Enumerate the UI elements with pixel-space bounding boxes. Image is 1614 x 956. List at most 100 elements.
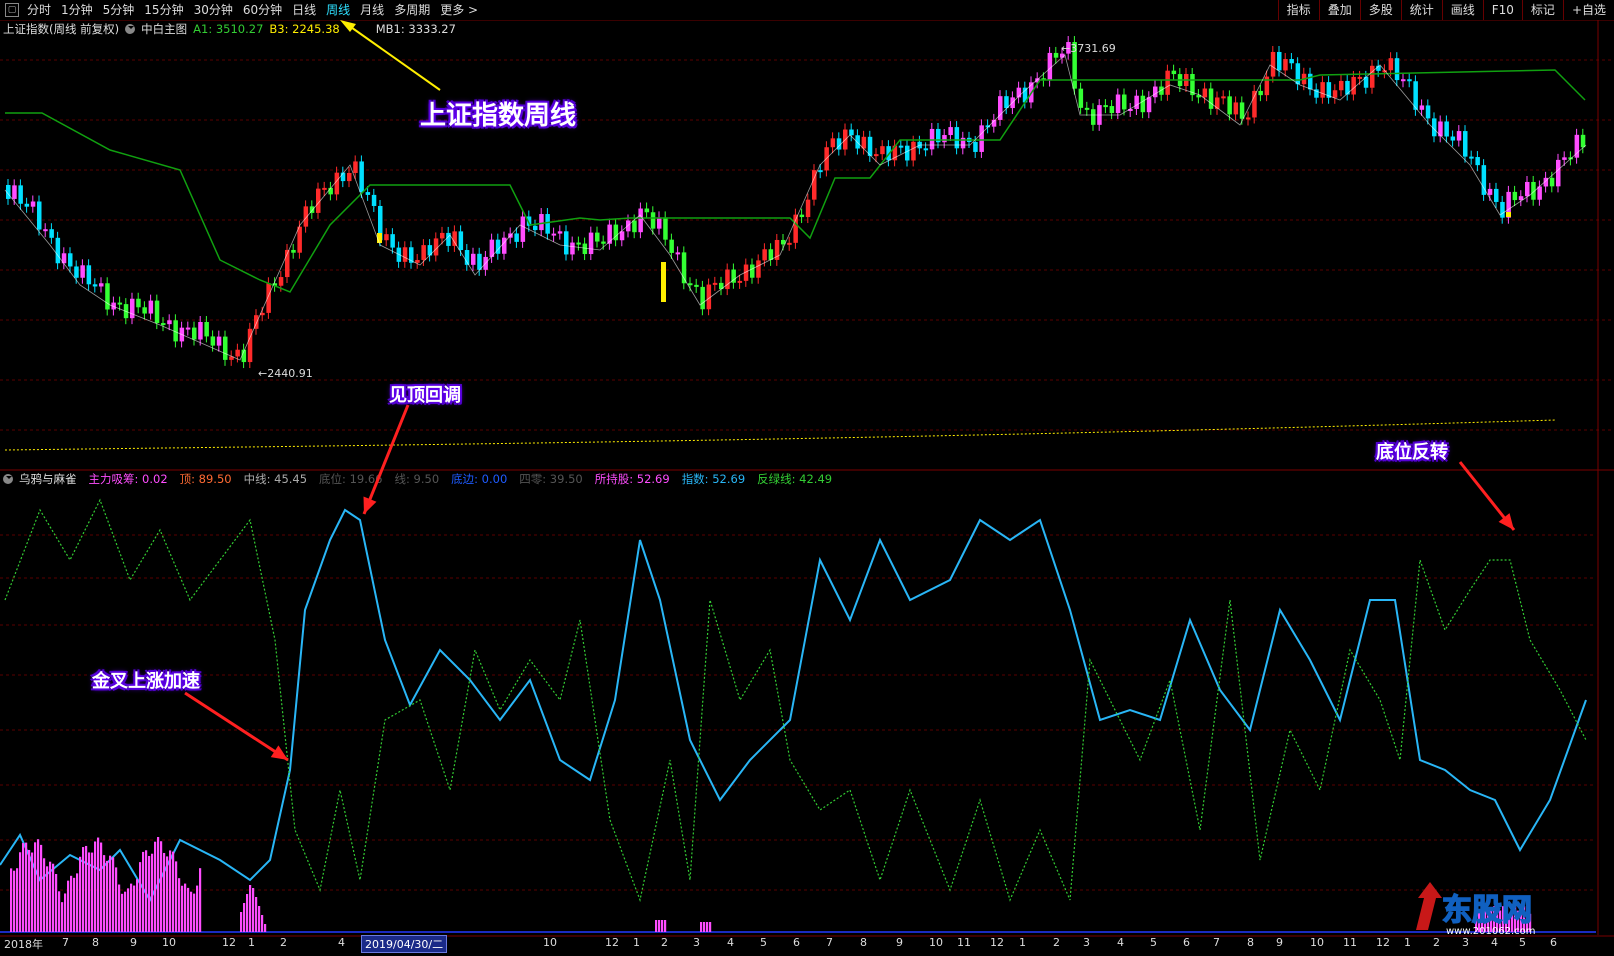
x-axis-label: 9 <box>896 936 903 949</box>
x-axis-label: 12 <box>222 936 236 949</box>
histogram-bar <box>151 853 154 932</box>
ma-line <box>5 69 1586 293</box>
candle <box>353 161 358 173</box>
candle <box>105 283 110 310</box>
x-axis-label: 2018年 <box>4 938 43 951</box>
histogram-bar <box>187 887 190 932</box>
candle <box>49 229 54 238</box>
candle <box>99 283 104 287</box>
candle <box>756 260 761 278</box>
x-axis-label: 3 <box>1462 936 1469 949</box>
histogram-bar <box>154 841 157 932</box>
candle <box>167 320 172 325</box>
histogram-bar <box>258 906 261 932</box>
histogram-bar <box>82 847 85 932</box>
x-axis-label: 7 <box>62 936 69 949</box>
histogram-bar <box>172 851 175 932</box>
candle <box>979 125 984 152</box>
candle <box>192 327 197 340</box>
candle <box>638 208 643 233</box>
candle <box>694 284 699 287</box>
histogram-bar <box>166 856 169 932</box>
candle <box>384 234 389 241</box>
histogram-bar <box>124 891 127 932</box>
x-axis-label: 12 <box>990 936 1004 949</box>
x-axis-label: 4 <box>1491 936 1498 949</box>
candle <box>533 225 538 231</box>
candle <box>1053 52 1059 58</box>
histogram-bar <box>94 841 97 932</box>
candle <box>582 243 588 255</box>
histogram-bar <box>246 894 249 932</box>
candle <box>1525 181 1530 197</box>
histogram-bar <box>52 863 55 932</box>
candle <box>1580 134 1586 148</box>
logo-arrow-icon <box>1416 882 1442 930</box>
candle <box>663 217 668 240</box>
candle <box>601 241 606 244</box>
candle <box>520 216 526 242</box>
candle <box>1456 131 1462 141</box>
candle <box>1469 156 1474 159</box>
x-axis-label: 2 <box>280 936 287 949</box>
candle <box>619 231 625 241</box>
chart-canvas[interactable]: ←2440.91 ←3731.69 <box>0 0 1614 956</box>
candle <box>626 220 631 232</box>
long-ma-line <box>4 419 1556 451</box>
histogram-bar <box>142 851 145 932</box>
candle <box>74 266 79 278</box>
candle <box>973 141 978 152</box>
candle <box>564 231 569 255</box>
candle <box>1463 131 1468 157</box>
histogram-bar <box>115 867 118 932</box>
histogram-bar <box>196 885 199 932</box>
candle <box>1370 65 1375 88</box>
histogram-bar <box>76 873 79 932</box>
histogram-bar <box>252 888 255 932</box>
histogram-bar <box>130 883 133 932</box>
candle <box>1512 191 1518 201</box>
candle <box>1549 177 1555 187</box>
candle <box>1407 79 1412 82</box>
candle <box>1475 157 1480 166</box>
histogram-bar <box>700 922 703 932</box>
histogram-bar <box>19 852 22 932</box>
candle <box>874 154 879 157</box>
candle <box>1500 201 1505 218</box>
candle <box>80 265 85 278</box>
x-axis-label: 6 <box>1183 936 1190 949</box>
candle <box>86 265 92 285</box>
candle <box>1171 70 1177 75</box>
close-line <box>4 54 1587 361</box>
histogram-bar <box>181 885 184 932</box>
candle <box>1134 95 1139 110</box>
candle <box>1487 188 1493 195</box>
candle <box>37 201 42 230</box>
candle <box>1239 102 1245 119</box>
histogram-bar <box>255 897 258 932</box>
histogram-bar <box>190 891 193 932</box>
histogram-bar <box>88 852 91 932</box>
x-axis-label: 1 <box>1404 936 1411 949</box>
x-axis-label: 1 <box>633 936 640 949</box>
candle <box>402 247 408 262</box>
candle <box>923 148 929 151</box>
x-axis-label: 8 <box>860 936 867 949</box>
low-price-label: ←2440.91 <box>258 367 313 380</box>
histogram-bar <box>49 861 52 932</box>
histogram-bar <box>112 857 115 932</box>
candle <box>1208 88 1214 109</box>
x-axis-label: 2 <box>661 936 668 949</box>
candle <box>471 253 476 265</box>
candle <box>477 253 482 270</box>
histogram-bar <box>61 902 64 932</box>
brand-text: 东股网 <box>1442 893 1532 928</box>
high-price-label: ←3731.69 <box>1061 42 1116 55</box>
x-axis-label: 12 <box>605 936 619 949</box>
histogram-bar <box>243 903 246 932</box>
x-axis-label: 11 <box>957 936 971 949</box>
candle <box>390 234 395 248</box>
candle <box>142 307 147 314</box>
histogram-bar <box>169 850 172 932</box>
callout-bottom: 底位反转 <box>1376 442 1448 463</box>
